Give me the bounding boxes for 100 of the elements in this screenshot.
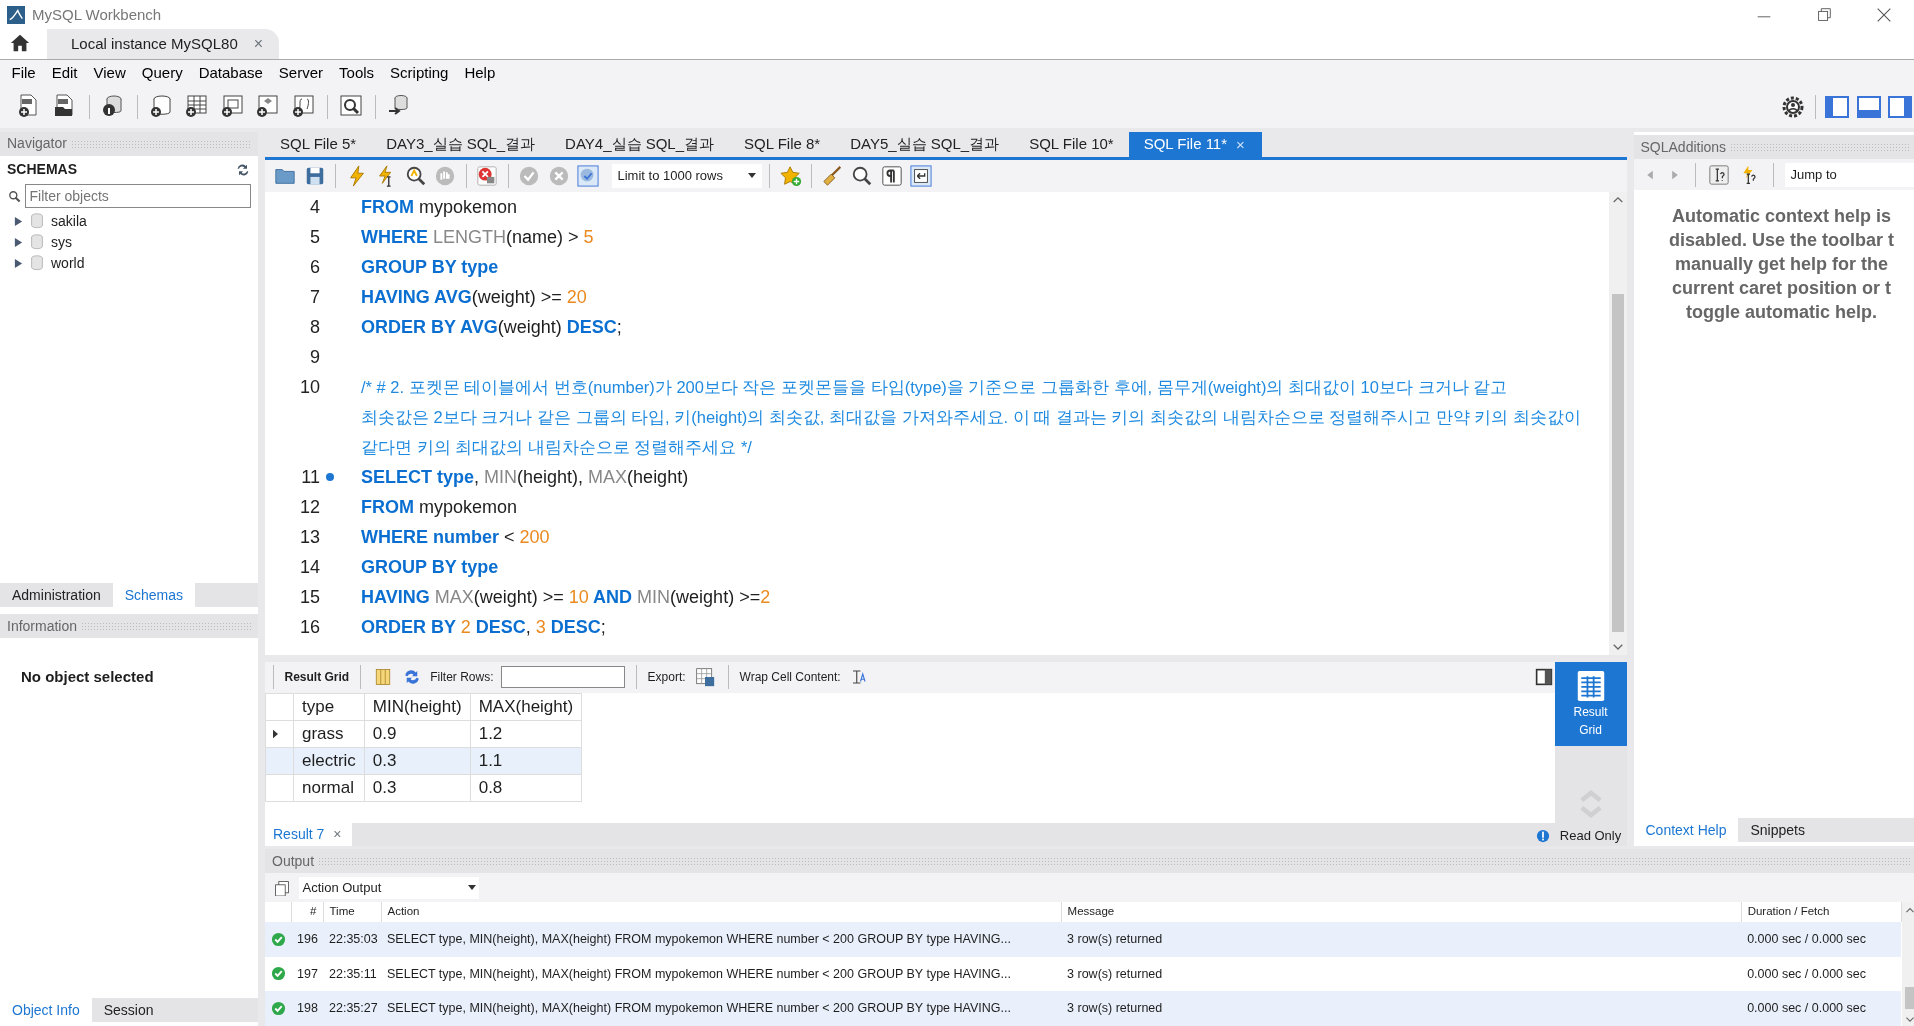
help-text: disabled. Use the toolbar t [1668,229,1894,252]
line-number: 5 [309,225,320,249]
panel-tab[interactable]: Schemas [112,583,196,608]
panel-title: Information [7,616,78,636]
column-header[interactable]: type [293,693,365,720]
table-cell: 3 row(s) returned [1061,956,1742,992]
code-line: 같다면 키의 최대값의 내림차순으로 정렬해주세요 */ [361,437,752,456]
menu-item[interactable]: Edit [43,61,86,85]
line-number: 12 [298,495,320,519]
grid-columns-icon[interactable] [374,668,393,686]
side-panel-toggle-icon[interactable] [1888,95,1912,119]
manual-help-icon[interactable] [1708,164,1729,185]
line-number: 8 [309,315,320,339]
scroll-down-icon[interactable] [1611,642,1624,651]
editor-tab[interactable]: DAY5_실습 SQL_결과 [835,131,1015,157]
menu-item[interactable]: Query [133,61,191,85]
copy-icon[interactable] [274,879,290,896]
table-cell: 3 row(s) returned [1061,991,1742,1026]
database-icon [30,255,44,272]
export-icon[interactable] [694,667,715,687]
panel-tab[interactable]: Context Help [1633,818,1739,842]
column-header[interactable]: Duration / Fetch [1741,902,1902,922]
output-panel-toggle-icon[interactable] [1856,95,1881,119]
editor-tab[interactable]: DAY4_실습 SQL_결과 [550,131,730,157]
column-header[interactable]: Message [1061,902,1742,922]
column-header[interactable]: Action [381,902,1062,922]
result-grid-label: Result Grid [284,669,350,686]
connection-tab[interactable]: Local instance MySQL80 × [47,29,280,59]
scroll-down-icon[interactable] [1904,1014,1914,1023]
wrap-label: Wrap Cell Content: [739,669,841,686]
restore-icon[interactable] [1815,6,1833,24]
editor-tab[interactable]: DAY3_실습 SQL_결과 [371,131,551,157]
table-cell: 22:35:03 [323,922,381,957]
schema-item[interactable]: world [51,253,85,274]
expand-arrow-icon[interactable] [14,216,23,227]
filter-rows-field[interactable] [500,666,625,688]
stop-on-error-icon[interactable] [476,164,498,187]
table-cell: SELECT type, MIN(height), MAX(height) FROM mypokemon WHERE number < 200 GROUP BY type HAVING... [381,991,1062,1026]
menu-item[interactable]: Scripting [382,61,457,85]
expand-arrow-icon[interactable] [14,258,23,269]
find-icon[interactable] [851,164,873,187]
scroll-up-icon[interactable] [1611,195,1624,204]
panel-title: Output [272,851,315,871]
table-cell: normal [293,774,365,801]
sidebar-toggle-icon[interactable] [1825,95,1849,119]
table-cell: 0.000 sec / 0.000 sec [1741,956,1902,992]
filter-label: Filter Rows: [430,669,494,686]
autocommit-icon[interactable] [577,164,599,187]
schema-item[interactable]: sys [51,232,72,253]
menu-item[interactable]: Server [270,61,332,85]
grid-icon [1575,668,1606,703]
info-icon [1535,828,1550,843]
settings-icon[interactable] [1781,95,1805,119]
explain-icon[interactable] [404,164,427,187]
schema-item[interactable]: sakila [51,211,87,232]
menu-item[interactable]: Help [456,61,504,85]
menu-item[interactable]: Database [190,61,271,85]
database-icon [30,234,44,251]
panel-tab[interactable]: Object Info [0,998,92,1022]
column-header[interactable]: Time [323,902,381,922]
expand-arrow-icon[interactable] [14,237,23,248]
scrollbar-thumb[interactable] [1611,294,1624,632]
column-header[interactable]: # [291,902,323,922]
menu-item[interactable]: File [3,61,44,85]
column-header[interactable]: MIN(height) [364,693,471,720]
invisible-characters-icon[interactable] [880,164,903,187]
table-cell: 0.000 sec / 0.000 sec [1741,991,1902,1026]
connection-tab-label[interactable]: Local instance MySQL80 [71,32,238,56]
refresh-icon[interactable] [403,668,422,686]
editor-tab[interactable]: SQL File 5* [265,131,372,157]
tab-close-button[interactable]: × [1234,134,1247,154]
filter-field[interactable]: Filter objects [24,183,251,208]
result-grid-tab[interactable]: Result Grid [1554,661,1627,746]
editor-tab[interactable]: SQL File 11* × [1128,131,1262,157]
scroll-up-icon[interactable] [1904,905,1914,914]
jump-to-dropdown[interactable]: Jump to [1784,162,1914,187]
column-header[interactable]: MAX(height) [470,693,582,720]
line-number: 4 [309,195,320,219]
table-cell: 0.3 [364,774,471,801]
table-cell: 3 row(s) returned [1061,922,1742,957]
table-cell: 22:35:27 [323,991,381,1026]
close-icon[interactable] [1875,6,1893,24]
table-cell: 1.1 [470,747,582,774]
tab-close-button[interactable]: × [331,832,344,836]
table-cell: 0.8 [470,774,582,801]
add-snippet-icon[interactable] [779,164,802,187]
table-cell: 0.9 [364,720,471,747]
menu-item[interactable]: View [85,61,134,85]
menu-item[interactable]: Tools [331,61,383,85]
limit-rows-dropdown[interactable]: Limit to 1000 rows [611,163,762,188]
editor-tab[interactable]: SQL File 10* [1014,131,1129,157]
panel-toggle-icon[interactable] [1534,668,1553,686]
word-wrap-icon[interactable] [910,164,932,187]
output-mode-dropdown[interactable]: Action Output [299,876,479,899]
beautify-icon[interactable] [821,164,844,187]
scrollbar-thumb[interactable] [1904,986,1914,1009]
result-tab[interactable]: Result 7 × [265,822,352,846]
code-line: FROM mypokemon [361,496,518,517]
editor-tab[interactable]: SQL File 8* [729,131,836,157]
tab-close-button[interactable]: × [251,42,266,46]
